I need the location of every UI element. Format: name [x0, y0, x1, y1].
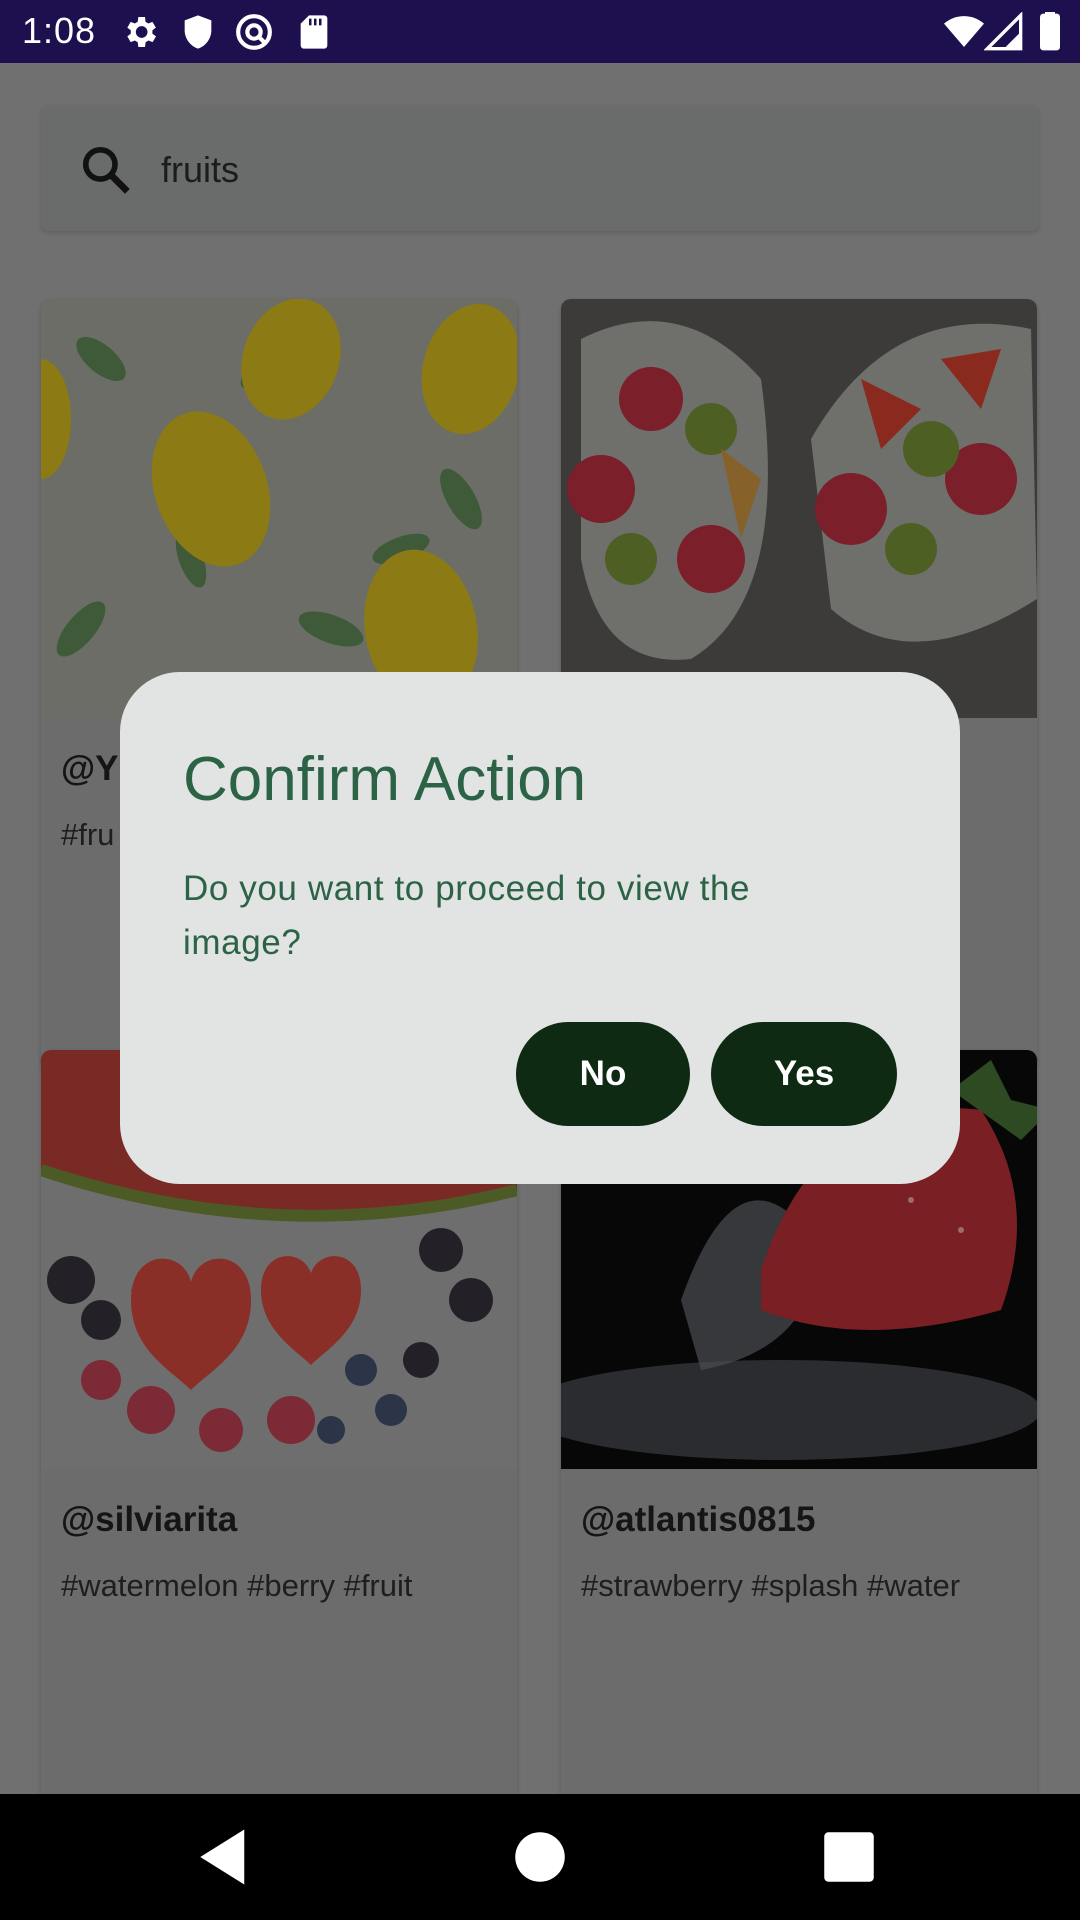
navigation-bar [0, 1794, 1080, 1920]
yes-button[interactable]: Yes [711, 1022, 897, 1126]
confirm-dialog: Confirm Action Do you want to proceed to… [120, 672, 960, 1184]
recents-square-icon[interactable] [816, 1824, 882, 1890]
dialog-message: Do you want to proceed to view the image… [183, 869, 751, 962]
shield-icon [184, 15, 212, 49]
gear-icon [127, 17, 156, 47]
dialog-title: Confirm Action [183, 745, 587, 814]
battery-icon [1040, 12, 1060, 51]
back-triangle-icon[interactable] [192, 1824, 258, 1890]
status-time: 1:08 [22, 10, 97, 51]
sd-card-icon [300, 15, 328, 49]
wifi-icon [944, 16, 984, 47]
status-bar: 1:08 [0, 0, 1080, 63]
cellular-signal-icon [984, 12, 1023, 51]
no-button[interactable]: No [516, 1022, 690, 1126]
at-sign-icon [236, 14, 272, 50]
home-circle-icon[interactable] [507, 1824, 573, 1890]
